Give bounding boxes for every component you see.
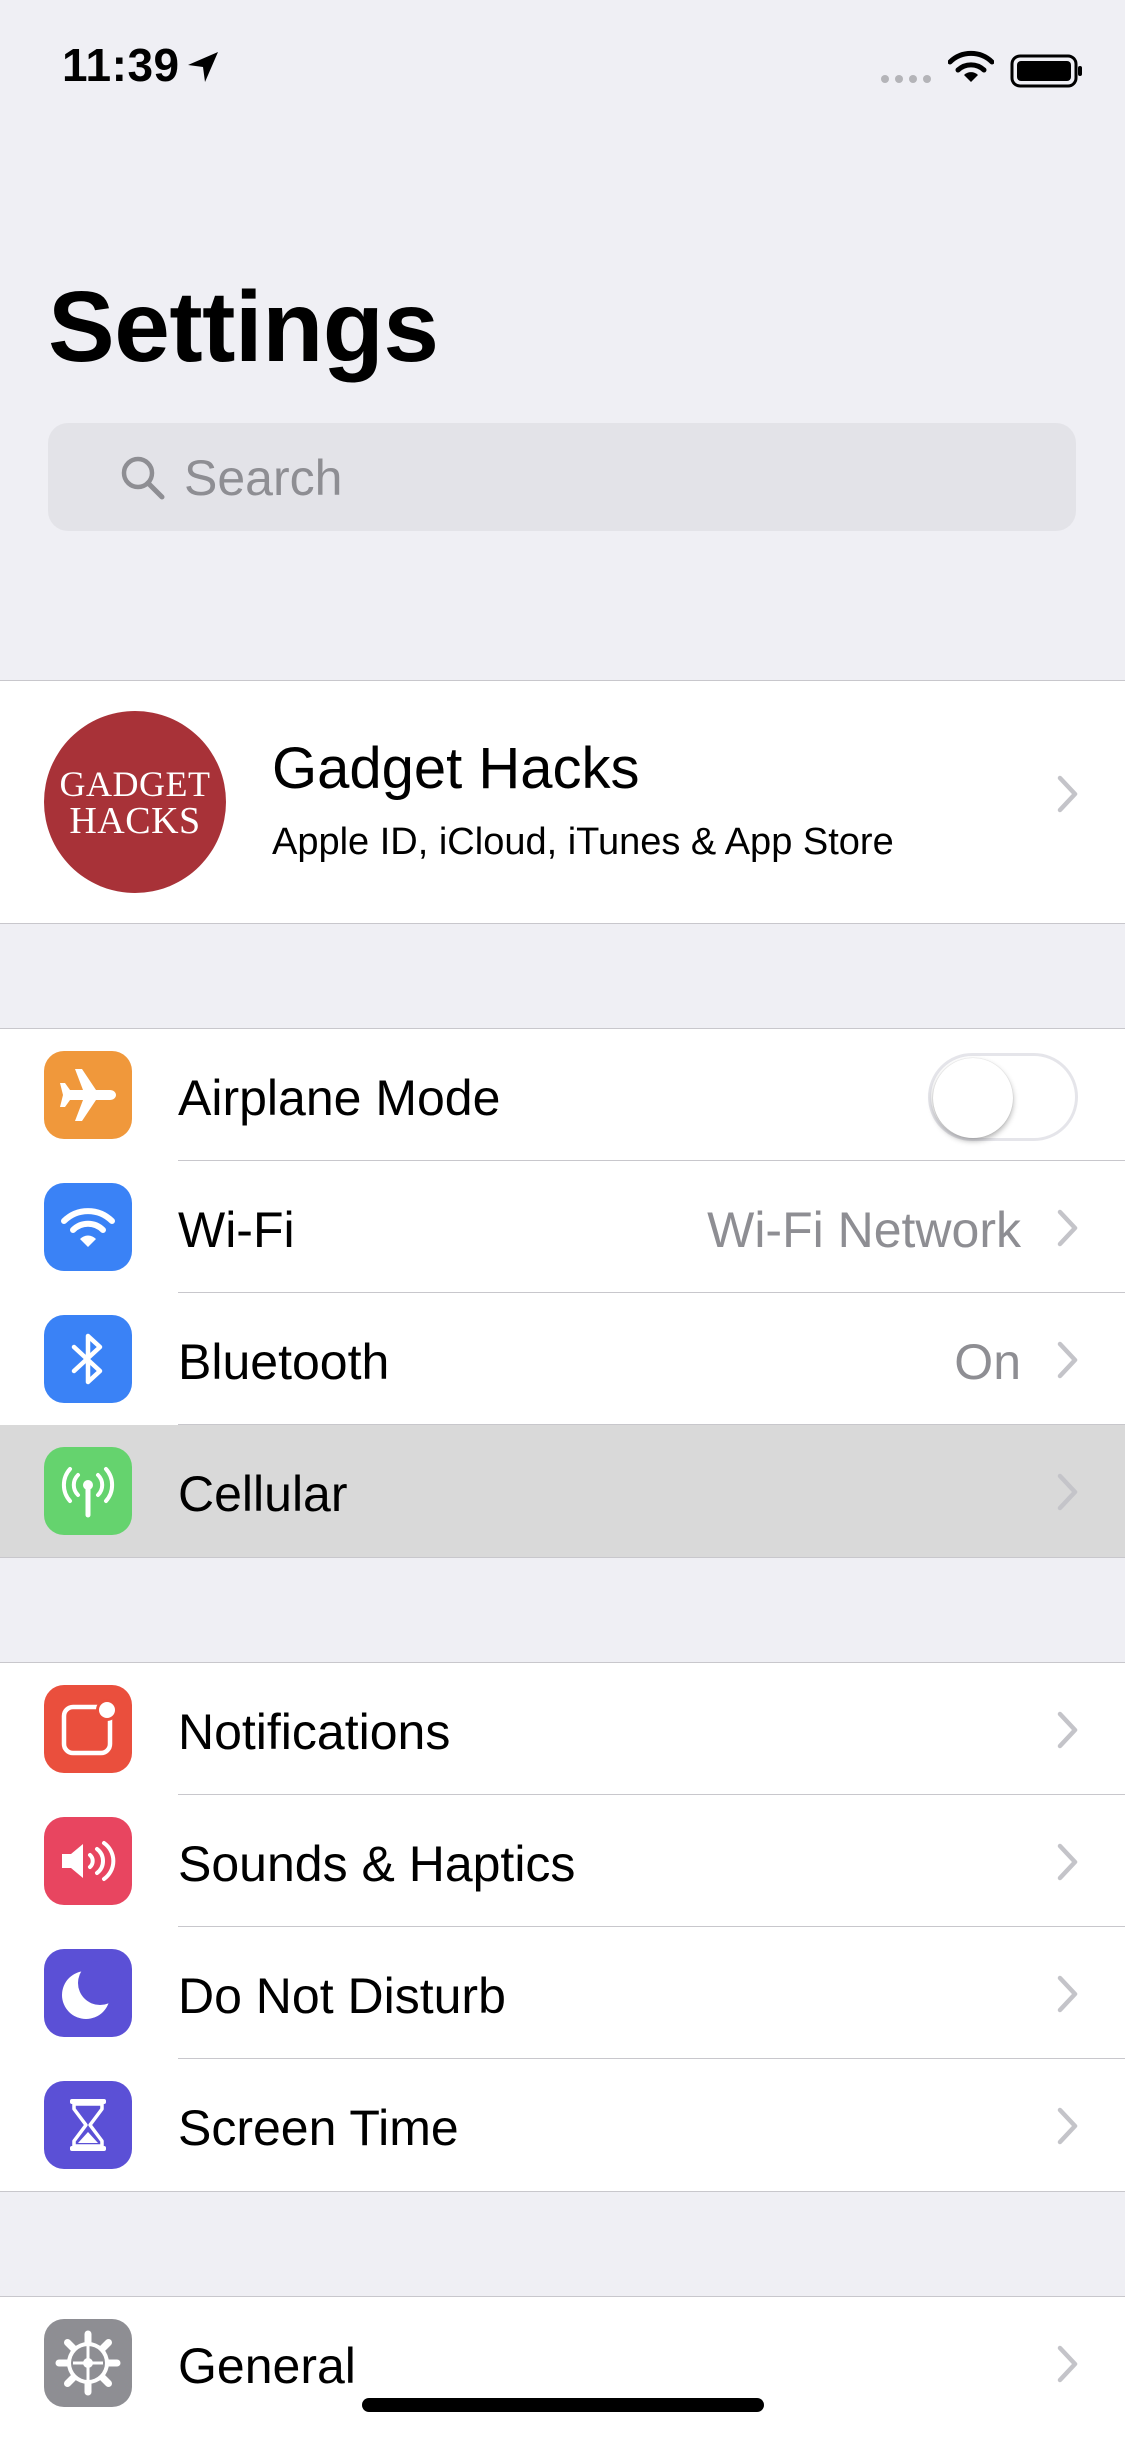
notifications-icon: [44, 1685, 132, 1773]
bluetooth-icon: [44, 1315, 132, 1403]
chevron-right-icon: [1057, 2345, 1078, 2383]
bluetooth-label: Bluetooth: [178, 1334, 390, 1390]
status-time: 11:39: [62, 39, 180, 91]
row-notifications[interactable]: Notifications: [0, 1663, 1125, 1795]
row-screen-time[interactable]: Screen Time: [0, 2059, 1125, 2191]
battery-icon: [1010, 54, 1082, 88]
moon-icon: [44, 1949, 132, 2037]
gear-icon: [44, 2319, 132, 2407]
chevron-right-icon: [1057, 1209, 1078, 1247]
cellular-label: Cellular: [178, 1466, 348, 1522]
sounds-haptics-label: Sounds & Haptics: [178, 1836, 576, 1892]
row-airplane-mode: Airplane Mode: [0, 1029, 1125, 1161]
notifications-label: Notifications: [178, 1704, 451, 1760]
row-cellular[interactable]: Cellular: [0, 1425, 1125, 1557]
status-bar: 11:39: [0, 0, 1125, 140]
wifi-value: Wi-Fi Network: [707, 1202, 1021, 1258]
wifi-label: Wi-Fi: [178, 1202, 295, 1258]
alerts-group: Notifications Sounds & Haptics Do Not Di…: [0, 1662, 1125, 2192]
home-indicator[interactable]: [362, 2398, 764, 2412]
profile-group: GADGET HACKS Gadget Hacks Apple ID, iClo…: [0, 680, 1125, 924]
profile-subtitle: Apple ID, iCloud, iTunes & App Store: [272, 821, 894, 863]
signal-dots-icon: [881, 75, 931, 83]
row-do-not-disturb[interactable]: Do Not Disturb: [0, 1927, 1125, 2059]
antenna-icon: [44, 1447, 132, 1535]
row-bluetooth[interactable]: Bluetooth On: [0, 1293, 1125, 1425]
system-group: General: [0, 2296, 1125, 2457]
location-arrow-icon: [188, 52, 218, 82]
search-input[interactable]: Search: [48, 423, 1076, 531]
row-wifi[interactable]: Wi-Fi Wi-Fi Network: [0, 1161, 1125, 1293]
search-placeholder: Search: [184, 450, 343, 506]
wifi-icon: [44, 1183, 132, 1271]
chevron-right-icon: [1057, 1843, 1078, 1881]
wifi-status-icon: [948, 50, 994, 82]
airplane-mode-label: Airplane Mode: [178, 1070, 501, 1126]
apple-id-row[interactable]: GADGET HACKS Gadget Hacks Apple ID, iClo…: [0, 681, 1125, 923]
connectivity-group: Airplane Mode Wi-Fi Wi-Fi Network Blueto…: [0, 1028, 1125, 1558]
chevron-right-icon: [1057, 1473, 1078, 1511]
hourglass-icon: [44, 2081, 132, 2169]
row-sounds-haptics[interactable]: Sounds & Haptics: [0, 1795, 1125, 1927]
avatar: GADGET HACKS: [44, 711, 226, 893]
chevron-right-icon: [1057, 1975, 1078, 2013]
bluetooth-value: On: [954, 1334, 1021, 1390]
chevron-right-icon: [1057, 1711, 1078, 1749]
search-icon: [121, 456, 165, 500]
airplane-icon: [44, 1051, 132, 1139]
airplane-mode-toggle[interactable]: [928, 1053, 1078, 1141]
speaker-icon: [44, 1817, 132, 1905]
toggle-knob: [933, 1058, 1013, 1138]
chevron-right-icon: [1057, 1341, 1078, 1379]
screen-time-label: Screen Time: [178, 2100, 459, 2156]
chevron-right-icon: [1057, 2107, 1078, 2145]
do-not-disturb-label: Do Not Disturb: [178, 1968, 506, 2024]
avatar-text-line2: HACKS: [69, 800, 201, 842]
page-title: Settings: [48, 271, 439, 383]
chevron-right-icon: [1057, 775, 1078, 813]
profile-name: Gadget Hacks: [272, 736, 640, 801]
general-label: General: [178, 2338, 356, 2394]
